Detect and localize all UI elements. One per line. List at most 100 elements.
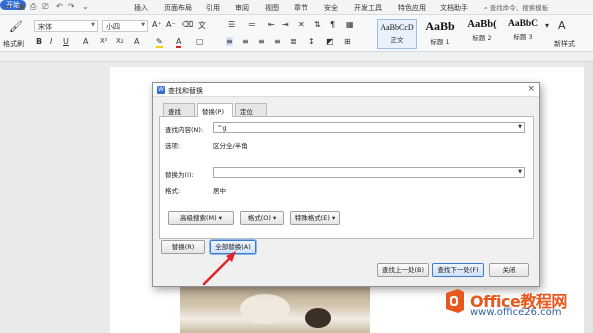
strikethrough-icon[interactable]: A [83,37,88,46]
command-search[interactable]: ⌕ 查找命令、搜索模板 [484,2,591,13]
justify-icon[interactable]: ≡ [274,37,281,46]
save-icon[interactable]: ▣ [18,2,26,11]
align-left-icon[interactable]: ≡ [226,37,233,46]
font-name-select[interactable]: 宋体 ▼ [34,20,98,32]
chevron-down-icon[interactable]: ▼ [518,124,522,130]
char-border-icon[interactable]: ▢ [196,37,204,46]
sort-icon[interactable]: ⇅ [314,20,321,29]
tab-developer[interactable]: 开发工具 [354,3,382,13]
options-label: 选项: [165,142,181,150]
dialog-titlebar[interactable]: W 查找和替换 × [153,83,539,97]
tab-insert[interactable]: 插入 [134,3,148,13]
image-detail [240,294,290,324]
undo-icon[interactable]: ↶ [56,2,63,11]
style-sample: AaBbC [507,19,539,29]
replace-button[interactable]: 替换(R) [161,240,205,254]
border-icon[interactable]: ⊞ [344,37,351,46]
style-label: 标题 1 [430,38,450,46]
style-heading-2[interactable]: AaBb( 标题 2 [462,19,502,49]
advanced-search-button[interactable]: 高级搜索(M) ▾ [168,211,234,225]
align-center-icon[interactable]: ≡ [242,37,249,46]
vertical-scrollbar[interactable] [584,62,593,333]
bold-icon[interactable]: B [36,37,42,46]
font-color-icon[interactable]: A [176,37,182,48]
tab-page-layout[interactable]: 页面布局 [164,3,192,13]
grow-font-icon[interactable]: A⁺ [152,20,162,29]
distribute-icon[interactable]: ≣ [290,37,297,46]
chevron-down-icon: ▼ [141,22,145,28]
find-previous-button[interactable]: 查找上一处(B) [377,263,429,277]
tab-review[interactable]: 审阅 [235,3,249,13]
shading-icon[interactable]: ◩ [326,37,334,46]
chevron-down-icon[interactable]: ▼ [518,169,522,175]
clear-format-icon[interactable]: ⌫ [182,20,193,29]
format-painter-icon[interactable]: 🖌 [9,20,23,33]
style-label: 正文 [390,36,404,44]
line-spacing-icon[interactable]: ↕ [308,37,315,46]
document-image[interactable] [180,286,370,333]
shrink-font-icon[interactable]: A⁻ [166,20,176,29]
font-size-value: 小四 [106,23,120,31]
options-value: 区分全/半角 [213,142,248,150]
find-next-button[interactable]: 查找下一处(F) [432,263,484,277]
style-label: 标题 3 [513,33,533,41]
tab-goto[interactable]: 定位(G) [235,103,267,124]
close-button[interactable]: 关闭 [489,263,529,277]
chevron-down-icon: ▼ [91,22,95,28]
highlight-icon[interactable]: ✎ [156,37,163,48]
superscript-icon[interactable]: X² [100,37,108,45]
office-logo-icon [446,289,464,313]
show-marks-icon[interactable]: ¶ [330,20,335,29]
find-label: 查找内容(N): [165,126,204,134]
format-label: 格式: [165,187,181,195]
format-painter-label: 格式刷 [3,40,24,48]
style-sample: AaBbCcD [380,23,414,32]
align-right-icon[interactable]: ≡ [258,37,265,46]
watermark-url: www.office26.com [470,307,562,318]
close-icon[interactable]: × [527,84,535,94]
phonetic-icon[interactable]: 文 [198,20,206,31]
tab-replace[interactable]: 替换(P) [197,103,233,117]
style-heading-1[interactable]: AaBb 标题 1 [420,19,460,49]
more-icon[interactable]: ⌄ [82,2,89,11]
tab-doc-assistant[interactable]: 文档助手 [440,3,468,13]
new-style-label[interactable]: 新样式 [554,39,575,49]
style-heading-3[interactable]: AaBbC 标题 3 [504,19,542,49]
menu-icon[interactable]: ≡ [4,2,11,11]
special-format-button[interactable]: 特殊格式(E) ▾ [290,211,340,225]
tab-view[interactable]: 视图 [265,3,279,13]
tab-chapter[interactable]: 章节 [294,3,308,13]
replace-panel: 查找内容(N): ^g ▼ 选项: 区分全/半角 替换为(I): ▼ 格式: 居… [159,116,534,239]
wps-logo-icon: W [157,86,165,94]
style-sample: AaBb [425,19,455,33]
tab-find[interactable]: 查找(D) [163,103,195,124]
tab-references[interactable]: 引用 [206,3,220,13]
find-input[interactable]: ^g ▼ [213,122,525,133]
subscript-icon[interactable]: X₂ [116,37,124,45]
increase-indent-icon[interactable]: ⇥ [282,20,289,29]
new-style-icon[interactable]: A [558,19,566,32]
text-effect-icon[interactable]: A [134,37,139,46]
format-button[interactable]: 格式(O) ▾ [240,211,284,225]
decrease-indent-icon[interactable]: ⇤ [268,20,275,29]
style-normal[interactable]: AaBbCcD 正文 [377,19,417,49]
print-icon[interactable]: ⎚ [42,2,48,12]
export-icon[interactable]: ⎙ [30,2,36,12]
table-icon[interactable]: ▦ [346,20,354,29]
style-label: 标题 2 [472,34,492,42]
horizontal-ruler [0,52,593,62]
ribbon: 🖌 格式刷 宋体 ▼ 小四 ▼ A⁺ A⁻ ⌫ 文 B I U A X² X₂ A … [0,15,593,52]
font-size-select[interactable]: 小四 ▼ [102,20,148,32]
menu-bar: ≡ ▣ ⎙ ⎚ ↶ ↷ ⌄ 开始 插入 页面布局 引用 审阅 视图 章节 安全 … [0,0,593,15]
underline-icon[interactable]: U [63,37,69,46]
chinese-layout-icon[interactable]: ✕ [298,20,305,29]
bullet-list-icon[interactable]: ☰ [228,20,235,29]
italic-icon[interactable]: I [50,37,52,46]
numbered-list-icon[interactable]: ≔ [248,20,256,29]
styles-scroll-icon[interactable]: ▾ [545,21,549,30]
replace-input[interactable]: ▼ [213,167,525,178]
tab-security[interactable]: 安全 [324,3,338,13]
redo-icon[interactable]: ↷ [68,2,75,11]
tab-features[interactable]: 特色应用 [398,3,426,13]
style-sample: AaBb( [467,19,497,30]
